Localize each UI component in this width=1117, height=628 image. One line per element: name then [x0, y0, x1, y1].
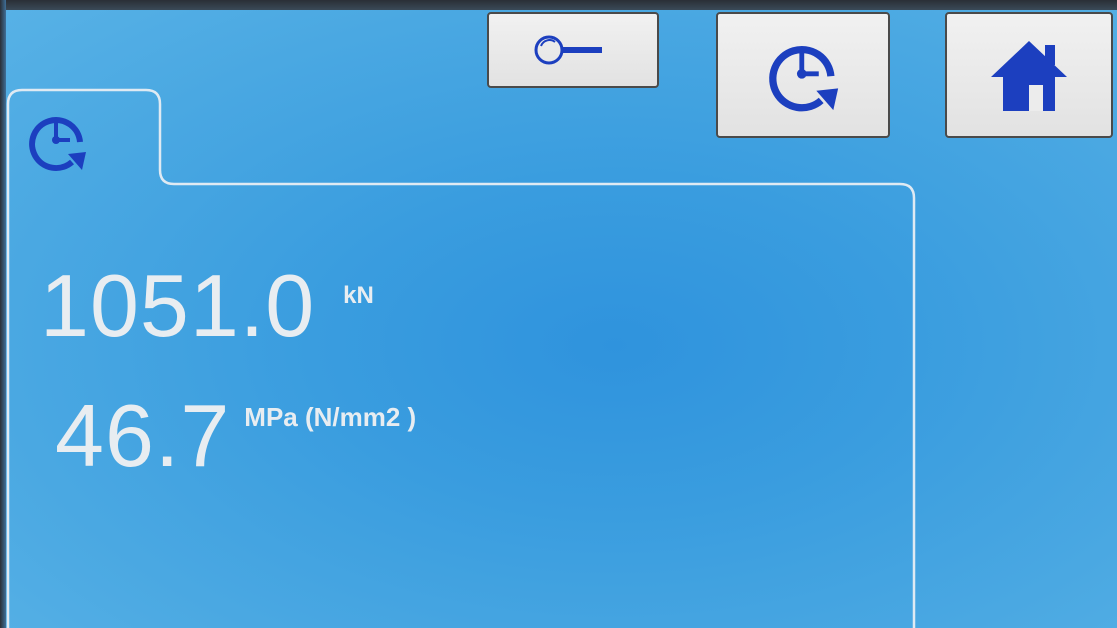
history-clock-icon [29, 117, 86, 171]
stress-reading: 46.7 MPa (N/mm2 ) [55, 392, 416, 480]
key-button[interactable] [487, 12, 659, 88]
force-value: 1051.0 [40, 256, 316, 355]
force-reading: 1051.0 kN [40, 262, 374, 350]
home-icon [991, 41, 1067, 111]
history-clock-icon [769, 45, 839, 112]
tab-history[interactable] [24, 108, 90, 174]
history-button[interactable] [716, 12, 890, 138]
stress-unit: MPa (N/mm2 ) [244, 402, 417, 432]
force-unit: kN [343, 282, 374, 309]
screen-bezel-top [0, 0, 1117, 10]
screen-bezel-left [0, 0, 6, 628]
key-icon [534, 35, 602, 65]
stress-value: 46.7 [55, 386, 231, 485]
home-button[interactable] [945, 12, 1113, 138]
